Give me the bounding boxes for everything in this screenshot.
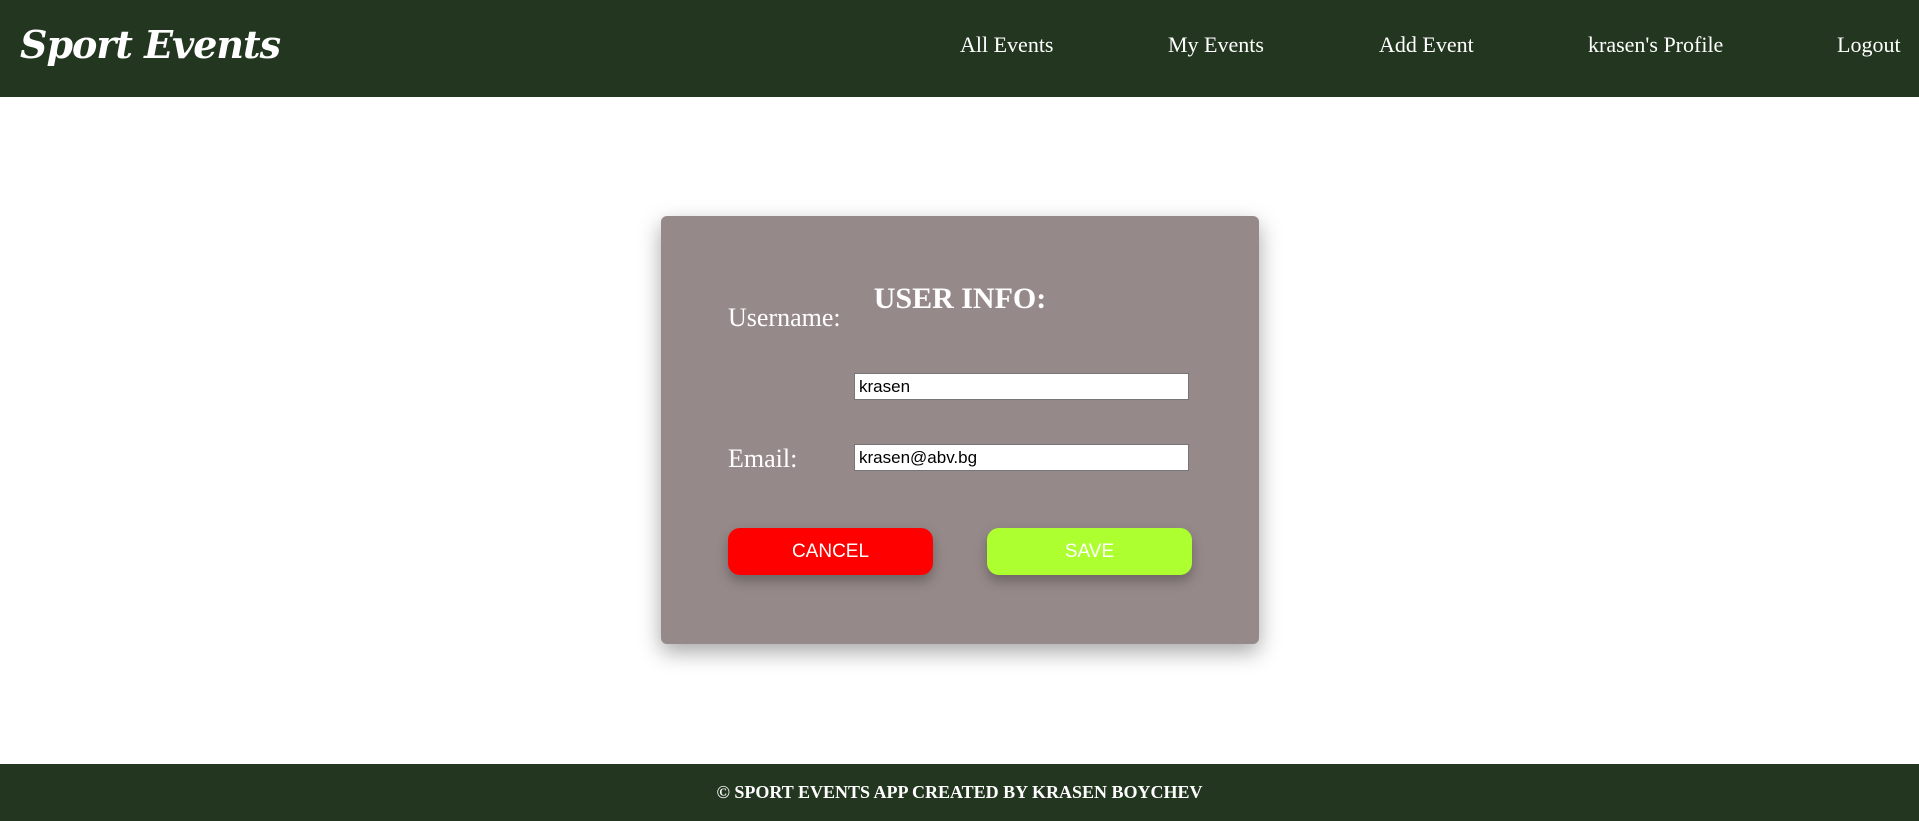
username-input[interactable]: [854, 373, 1189, 400]
nav-my-events[interactable]: My Events: [1168, 32, 1264, 58]
nav-logout[interactable]: Logout: [1837, 32, 1901, 58]
user-info-card: USER INFO: Username: Email: CANCEL SAVE: [661, 216, 1259, 644]
brand-logo[interactable]: Sport Events: [20, 22, 281, 67]
nav-add-event[interactable]: Add Event: [1379, 32, 1474, 58]
nav-profile[interactable]: krasen's Profile: [1588, 32, 1723, 58]
cancel-button[interactable]: CANCEL: [728, 528, 933, 575]
email-input[interactable]: [854, 444, 1189, 471]
username-label: Username:: [728, 303, 841, 332]
footer-copyright: © SPORT EVENTS APP CREATED BY KRASEN BOY…: [716, 782, 1203, 802]
header-bar: Sport Events All Events My Events Add Ev…: [0, 0, 1919, 97]
footer-bar: © SPORT EVENTS APP CREATED BY KRASEN BOY…: [0, 764, 1919, 821]
nav-all-events[interactable]: All Events: [960, 32, 1054, 58]
save-button[interactable]: SAVE: [987, 528, 1192, 575]
email-label: Email:: [728, 444, 798, 473]
